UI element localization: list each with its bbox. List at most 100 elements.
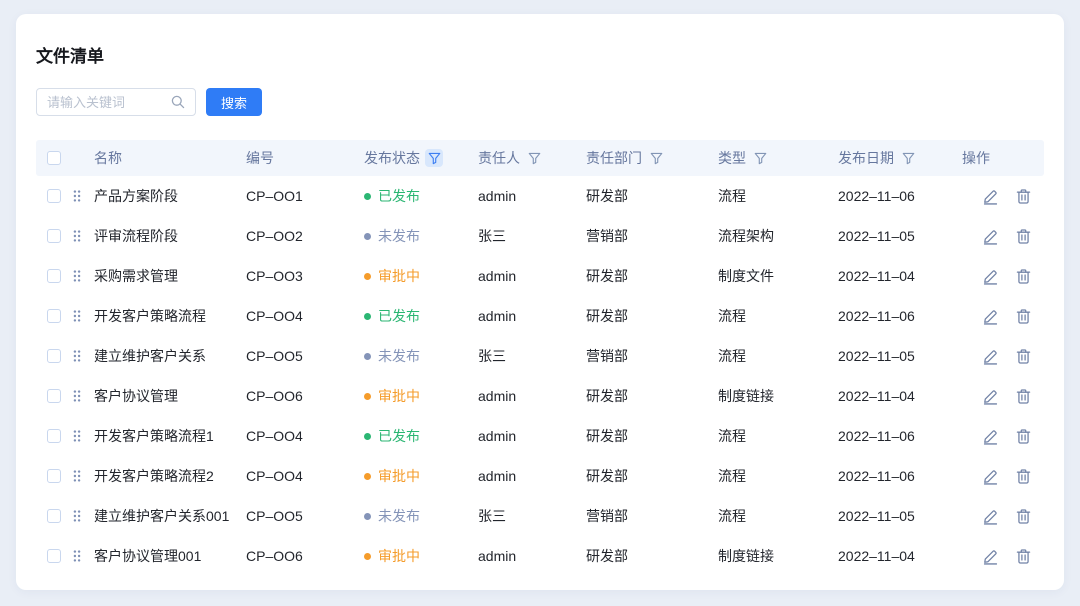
drag-handle-icon[interactable] — [72, 549, 82, 563]
table-row: 建立维护客户关系001 CP–OO5 未发布 张三 营销部 流程 2022–11… — [36, 496, 1044, 536]
status-label: 未发布 — [378, 346, 420, 366]
column-header-status: 发布状态 — [364, 148, 478, 168]
cell-name: 开发客户策略流程2 — [94, 466, 246, 486]
drag-handle-icon[interactable] — [72, 429, 82, 443]
table-header-row: 名称编号发布状态责任人责任部门类型发布日期操作 — [36, 140, 1044, 176]
row-checkbox[interactable] — [47, 469, 61, 483]
column-header-name: 名称 — [94, 148, 246, 168]
filter-icon[interactable] — [525, 149, 543, 167]
status-badge: 审批中 — [364, 466, 478, 486]
row-drag-cell — [72, 429, 94, 443]
delete-button[interactable] — [1015, 428, 1032, 445]
edit-button[interactable] — [982, 308, 999, 325]
edit-button[interactable] — [982, 228, 999, 245]
edit-button[interactable] — [982, 268, 999, 285]
cell-name: 开发客户策略流程1 — [94, 426, 246, 446]
delete-button[interactable] — [1015, 228, 1032, 245]
row-actions — [962, 468, 1044, 485]
row-checkbox-cell — [36, 389, 72, 403]
table-row: 采购需求管理 CP–OO3 审批中 admin 研发部 制度文件 2022–11… — [36, 256, 1044, 296]
row-actions — [962, 548, 1044, 565]
filter-icon[interactable] — [647, 149, 665, 167]
row-checkbox[interactable] — [47, 509, 61, 523]
status-label: 审批中 — [378, 266, 420, 286]
row-checkbox[interactable] — [47, 189, 61, 203]
status-label: 已发布 — [378, 306, 420, 326]
edit-button[interactable] — [982, 348, 999, 365]
row-checkbox[interactable] — [47, 389, 61, 403]
edit-button[interactable] — [982, 508, 999, 525]
delete-button[interactable] — [1015, 388, 1032, 405]
cell-type: 流程架构 — [718, 226, 838, 246]
edit-button[interactable] — [982, 428, 999, 445]
search-icon[interactable] — [170, 94, 186, 110]
table-row: 开发客户策略流程1 CP–OO4 已发布 admin 研发部 流程 2022–1… — [36, 416, 1044, 456]
row-checkbox-cell — [36, 349, 72, 363]
row-checkbox[interactable] — [47, 229, 61, 243]
delete-button[interactable] — [1015, 508, 1032, 525]
cell-date: 2022–11–06 — [838, 308, 962, 324]
cell-date: 2022–11–06 — [838, 468, 962, 484]
filter-icon[interactable] — [899, 149, 917, 167]
column-header-type: 类型 — [718, 148, 838, 168]
cell-date: 2022–11–05 — [838, 348, 962, 364]
drag-handle-icon[interactable] — [72, 389, 82, 403]
row-drag-cell — [72, 269, 94, 283]
cell-name: 客户协议管理 — [94, 386, 246, 406]
search-button[interactable]: 搜索 — [206, 88, 262, 116]
status-badge: 已发布 — [364, 186, 478, 206]
drag-handle-icon[interactable] — [72, 349, 82, 363]
status-dot — [364, 273, 371, 280]
cell-department: 研发部 — [586, 466, 718, 486]
column-label: 名称 — [94, 148, 122, 168]
cell-type: 制度链接 — [718, 386, 838, 406]
delete-button[interactable] — [1015, 468, 1032, 485]
cell-code: CP–OO3 — [246, 268, 364, 284]
status-dot — [364, 193, 371, 200]
table-row: 开发客户策略流程2 CP–OO4 审批中 admin 研发部 流程 2022–1… — [36, 456, 1044, 496]
search-input[interactable] — [47, 95, 170, 110]
status-dot — [364, 353, 371, 360]
select-all-checkbox[interactable] — [47, 151, 61, 165]
drag-handle-icon[interactable] — [72, 189, 82, 203]
delete-button[interactable] — [1015, 268, 1032, 285]
status-label: 已发布 — [378, 186, 420, 206]
status-dot — [364, 393, 371, 400]
cell-owner: admin — [478, 468, 586, 484]
filter-icon[interactable] — [425, 149, 443, 167]
status-badge: 审批中 — [364, 546, 478, 566]
delete-button[interactable] — [1015, 548, 1032, 565]
row-drag-cell — [72, 229, 94, 243]
row-checkbox[interactable] — [47, 549, 61, 563]
row-checkbox-cell — [36, 229, 72, 243]
cell-owner: admin — [478, 548, 586, 564]
cell-name: 建立维护客户关系 — [94, 346, 246, 366]
cell-date: 2022–11–04 — [838, 388, 962, 404]
drag-handle-icon[interactable] — [72, 269, 82, 283]
edit-button[interactable] — [982, 388, 999, 405]
status-label: 审批中 — [378, 466, 420, 486]
edit-button[interactable] — [982, 188, 999, 205]
edit-button[interactable] — [982, 468, 999, 485]
status-dot — [364, 313, 371, 320]
edit-button[interactable] — [982, 548, 999, 565]
cell-code: CP–OO6 — [246, 388, 364, 404]
delete-button[interactable] — [1015, 348, 1032, 365]
status-label: 审批中 — [378, 386, 420, 406]
row-checkbox[interactable] — [47, 429, 61, 443]
row-checkbox[interactable] — [47, 349, 61, 363]
delete-button[interactable] — [1015, 308, 1032, 325]
drag-handle-icon[interactable] — [72, 309, 82, 323]
drag-handle-icon[interactable] — [72, 509, 82, 523]
drag-handle-icon[interactable] — [72, 469, 82, 483]
row-checkbox[interactable] — [47, 309, 61, 323]
drag-handle-icon[interactable] — [72, 229, 82, 243]
filter-icon[interactable] — [751, 149, 769, 167]
cell-date: 2022–11–05 — [838, 508, 962, 524]
status-label: 未发布 — [378, 506, 420, 526]
cell-department: 营销部 — [586, 506, 718, 526]
row-checkbox[interactable] — [47, 269, 61, 283]
delete-button[interactable] — [1015, 188, 1032, 205]
table-row: 评审流程阶段 CP–OO2 未发布 张三 营销部 流程架构 2022–11–05 — [36, 216, 1044, 256]
column-label: 发布状态 — [364, 148, 420, 168]
